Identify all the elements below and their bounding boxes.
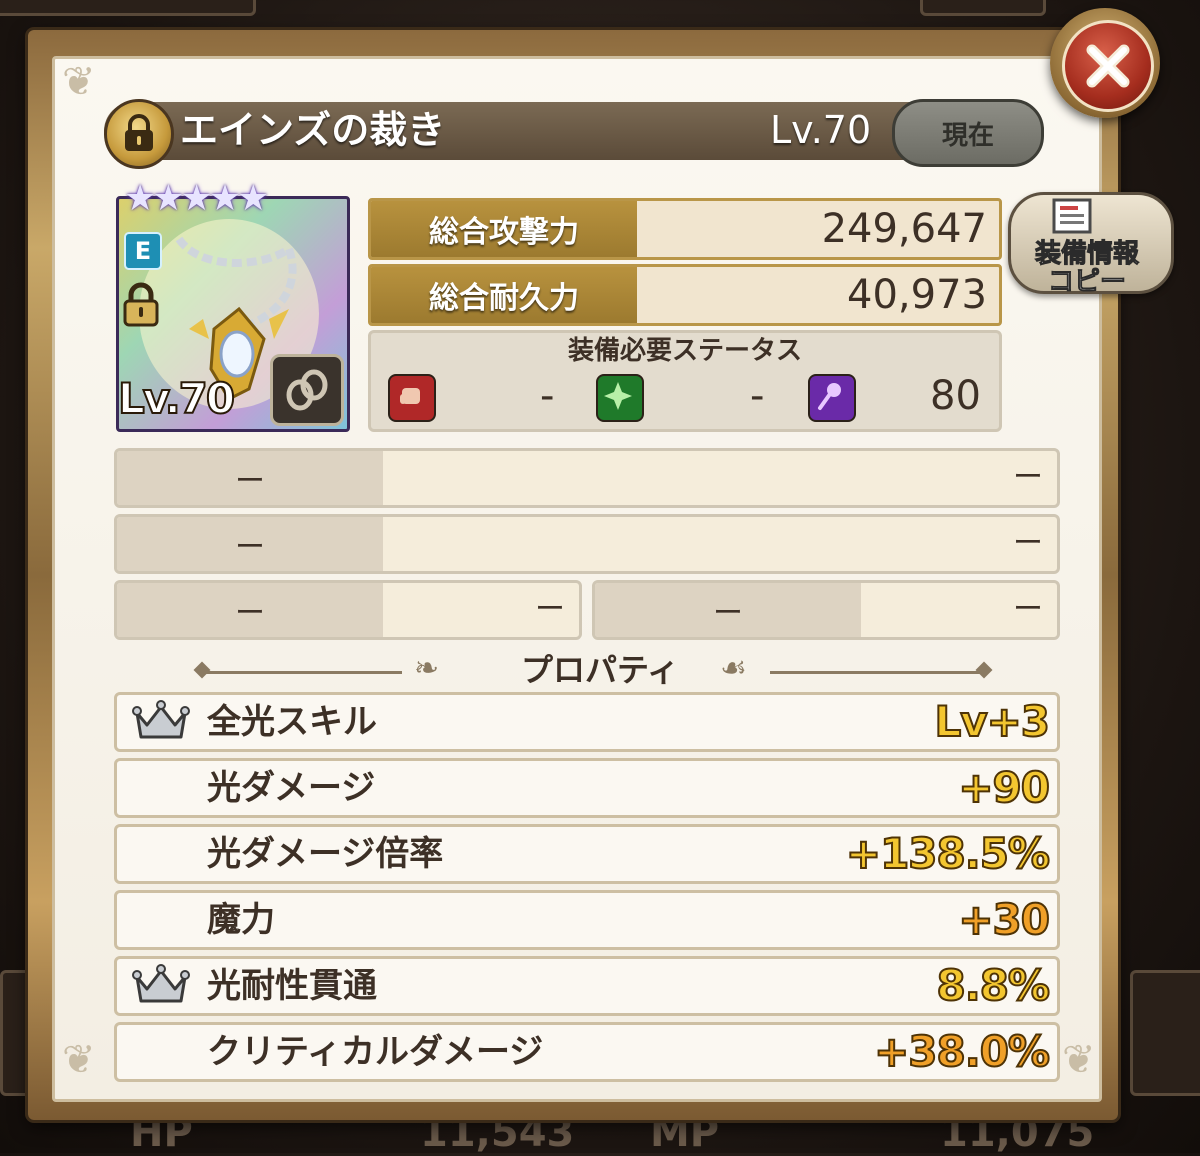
option-slot-4-value: ー — [1013, 592, 1043, 627]
divider-left-line — [206, 671, 402, 674]
option-slot-1-label: ー — [117, 451, 383, 505]
option-slot-3: ー ー — [114, 580, 582, 640]
background-panel-left — [0, 0, 256, 16]
copy-equipment-label: 装備情報 コピー — [1012, 239, 1162, 297]
item-name: エインズの裁き — [180, 108, 446, 152]
flourish-left-icon: ❧ — [414, 651, 440, 686]
durability-label: 総合耐久力 — [371, 267, 637, 323]
option-slot-1: ー ー — [114, 448, 1060, 508]
intelligence-requirement: 80 — [930, 373, 981, 419]
close-icon — [1062, 20, 1154, 112]
property-value: Lv+3 — [933, 696, 1051, 747]
option-slot-3-value: ー — [535, 592, 565, 627]
lock-icon[interactable] — [104, 99, 174, 169]
properties-title: プロパティ — [520, 651, 680, 689]
property-row: 光耐性貫通 8.8% — [114, 956, 1060, 1016]
dexterity-star-icon — [596, 374, 644, 422]
copy-label-line1: 装備情報 — [1034, 239, 1139, 269]
option-slot-4-label: ー — [595, 583, 861, 637]
option-slot-4: ー ー — [592, 580, 1060, 640]
option-slot-2-value: ー — [1013, 526, 1043, 561]
chain-type-icon — [270, 354, 344, 426]
attack-label: 総合攻撃力 — [371, 201, 637, 257]
property-name: 光ダメージ — [207, 768, 376, 808]
durability-stat: 総合耐久力 40,973 — [368, 264, 1002, 326]
document-icon — [1050, 196, 1098, 236]
intelligence-staff-icon — [808, 374, 856, 422]
property-name: 魔力 — [207, 900, 275, 940]
option-slot-1-value: ー — [1013, 460, 1043, 495]
card-level: Lv.70 — [117, 373, 236, 424]
attack-value: 249,647 — [821, 206, 987, 252]
crown-icon — [129, 963, 193, 1009]
flourish-right-icon: ☙ — [720, 651, 747, 686]
requirements-title: 装備必要ステータス — [567, 336, 802, 366]
property-name: 光ダメージ倍率 — [207, 834, 444, 874]
property-value: +38.0% — [873, 1026, 1051, 1077]
property-value: 8.8% — [936, 960, 1051, 1011]
option-slot-3-label: ー — [117, 583, 383, 637]
option-slot-2: ー ー — [114, 514, 1060, 574]
corner-ornament-bottom-right-icon: ❦ — [1062, 1037, 1096, 1083]
divider-right-line — [770, 671, 980, 674]
background-panel-right — [920, 0, 1046, 16]
property-row: 光ダメージ +90 — [114, 758, 1060, 818]
strength-fist-icon — [388, 374, 436, 422]
crown-icon — [129, 699, 193, 745]
corner-ornament-bottom-left-icon: ❦ — [62, 1037, 96, 1083]
property-value: +138.5% — [845, 828, 1051, 879]
rarity-stars-icon: ★★★★★ — [124, 178, 269, 219]
background-panel-lower-right — [1130, 970, 1200, 1096]
current-status-button[interactable]: 現在 — [892, 99, 1044, 167]
item-level: Lv.70 — [770, 108, 872, 152]
property-value: +90 — [957, 762, 1051, 813]
property-name: クリティカルダメージ — [207, 1032, 544, 1072]
copy-label-line2: コピー — [1047, 267, 1126, 297]
property-name: 全光スキル — [207, 702, 377, 742]
option-slot-2-label: ー — [117, 517, 383, 571]
close-button[interactable] — [1050, 8, 1160, 118]
attack-stat: 総合攻撃力 249,647 — [368, 198, 1002, 260]
durability-value: 40,973 — [847, 272, 987, 318]
property-row: クリティカルダメージ +38.0% — [114, 1022, 1060, 1082]
property-row: 光ダメージ倍率 +138.5% — [114, 824, 1060, 884]
equipped-badge: E — [124, 232, 162, 270]
property-row: 魔力 +30 — [114, 890, 1060, 950]
property-value: +30 — [957, 894, 1051, 945]
dexterity-requirement: - — [750, 373, 765, 419]
property-name: 光耐性貫通 — [207, 966, 377, 1006]
strength-requirement: - — [540, 373, 555, 419]
corner-ornament-top-left-icon: ❦ — [62, 59, 96, 105]
property-row: 全光スキル Lv+3 — [114, 692, 1060, 752]
card-lock-icon — [120, 282, 162, 328]
